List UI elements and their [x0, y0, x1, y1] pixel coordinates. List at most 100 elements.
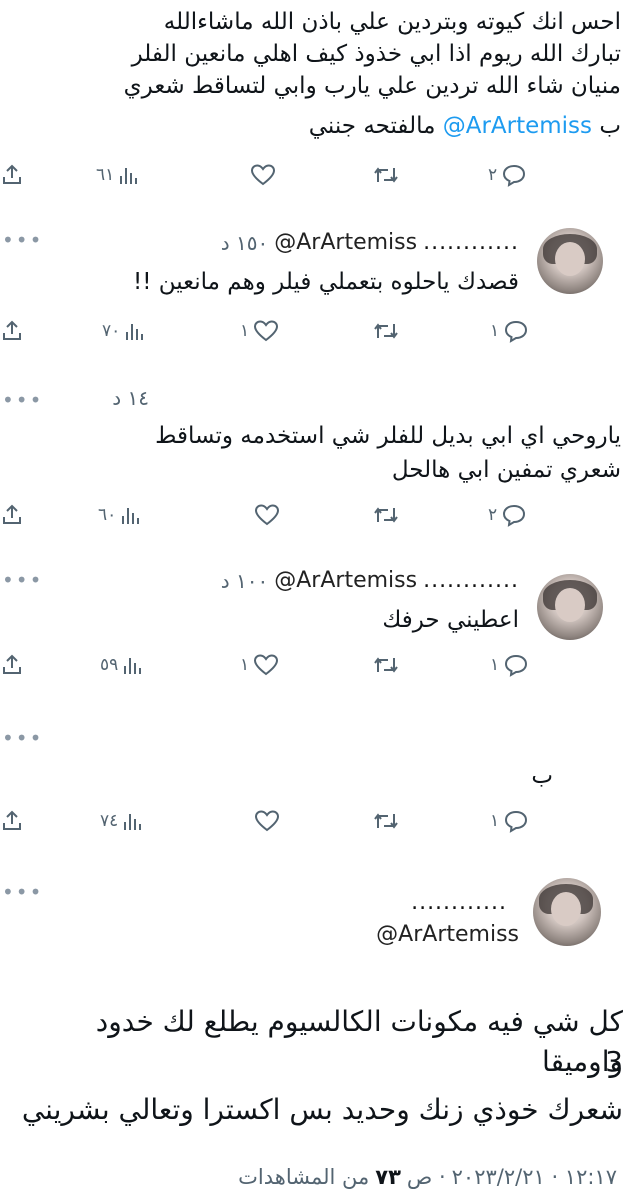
- tweet-2-actions: ٧٠ ١ ١: [0, 314, 639, 348]
- more-options-icon[interactable]: •••: [2, 228, 43, 252]
- avatar[interactable]: [537, 228, 603, 294]
- avatar[interactable]: [537, 574, 603, 640]
- like-button[interactable]: [254, 804, 280, 838]
- retweet-button[interactable]: [372, 314, 400, 348]
- tweet-4-text: اعطيني حرفك: [382, 607, 519, 633]
- timestamp[interactable]: ١٤ د: [89, 386, 149, 410]
- tweet-5-text: ب: [531, 763, 553, 789]
- heart-icon: [253, 319, 279, 343]
- reply-button[interactable]: ٢: [484, 158, 527, 192]
- retweet-button[interactable]: [372, 648, 400, 682]
- share-button[interactable]: [0, 648, 24, 682]
- tweet-1-line-1: احس انك كيوته وبتردين علي باذن الله ماشا…: [163, 9, 621, 35]
- tweet-1-line-4-suffix: ب: [599, 113, 621, 139]
- share-icon: [0, 163, 24, 187]
- views-stat[interactable]: ٥٩: [96, 648, 144, 682]
- retweet-icon: [372, 503, 400, 527]
- views-stat[interactable]: ٦٠: [94, 498, 142, 532]
- reply-icon: [501, 163, 527, 187]
- likes-count: ١: [240, 655, 250, 675]
- views-label: من المشاهدات: [238, 1165, 370, 1189]
- tweet-date[interactable]: ١٢:١٧ · ٢٠٢٣/٢/٢١: [452, 1165, 617, 1189]
- reply-button[interactable]: ١: [486, 314, 529, 348]
- avatar[interactable]: [533, 878, 601, 946]
- share-icon: [0, 319, 24, 343]
- tweet-2-text: قصدك ياحلوه بتعملي فيلر وهم مانعين !!: [132, 269, 519, 295]
- user-handle[interactable]: @ArArtemiss: [376, 922, 519, 947]
- retweet-icon: [372, 319, 400, 343]
- display-name[interactable]: ............: [307, 890, 507, 915]
- more-options-icon[interactable]: •••: [2, 726, 43, 750]
- tweet-4-header: ............ @ArArtemiss ١٠٠ د: [221, 568, 519, 593]
- replies-count: ١: [490, 321, 500, 341]
- tweet-3-line-1: ياروحي اي ابي بديل للفلر شي استخدمه وتسا…: [155, 423, 621, 449]
- views-count: ٧٠: [102, 321, 121, 341]
- heart-icon: [250, 163, 276, 187]
- likes-count: ١: [240, 321, 250, 341]
- reply-icon: [503, 319, 529, 343]
- tweet-1-line-4: مالفتحه جنني @ArArtemiss ب: [21, 110, 621, 142]
- replies-count: ٢: [488, 505, 498, 525]
- replies-count: ٢: [488, 165, 498, 185]
- reply-icon: [503, 653, 529, 677]
- heart-icon: [253, 653, 279, 677]
- tweet-4-actions: ٥٩ ١ ١: [0, 648, 639, 682]
- views-icon: [124, 320, 146, 342]
- reply-icon: [503, 809, 529, 833]
- share-icon: [0, 809, 24, 833]
- views-count: ٦٠: [98, 505, 117, 525]
- display-name[interactable]: ............: [423, 230, 519, 255]
- views-icon: [122, 654, 144, 676]
- retweet-icon: [372, 163, 400, 187]
- views-total: ٧٣: [375, 1165, 401, 1189]
- tweet-1-actions: ٦١ ٢: [0, 158, 639, 192]
- like-button[interactable]: ١: [236, 648, 279, 682]
- timestamp[interactable]: ١٠٠ د: [221, 569, 269, 593]
- like-button[interactable]: ١: [236, 314, 279, 348]
- tweet-3-line-2: شعري تمفين ابي هالحل: [391, 457, 621, 483]
- like-button[interactable]: [250, 158, 276, 192]
- retweet-button[interactable]: [372, 804, 400, 838]
- views-stat[interactable]: ٧٠: [98, 314, 146, 348]
- share-button[interactable]: [0, 804, 24, 838]
- tweet-time-suffix: ص ·: [406, 1165, 446, 1189]
- more-options-icon[interactable]: •••: [2, 388, 43, 412]
- views-stat[interactable]: ٧٤: [96, 804, 144, 838]
- timestamp[interactable]: ١٥٠ د: [221, 231, 269, 255]
- retweet-button[interactable]: [372, 498, 400, 532]
- user-handle[interactable]: @ArArtemiss: [274, 230, 417, 255]
- views-count: ٥٩: [100, 655, 119, 675]
- replies-count: ١: [490, 655, 500, 675]
- reply-icon: [501, 503, 527, 527]
- reply-button[interactable]: ١: [486, 804, 529, 838]
- tweet-1-line-4-text: مالفتحه جنني: [308, 113, 436, 139]
- tweet-1-mention[interactable]: @ArArtemiss: [443, 113, 592, 139]
- share-icon: [0, 653, 24, 677]
- tweet-3-actions: ٦٠ ٢: [0, 498, 639, 532]
- more-options-icon[interactable]: •••: [2, 568, 43, 592]
- views-icon: [122, 810, 144, 832]
- views-count: ٧٤: [100, 811, 119, 831]
- retweet-button[interactable]: [372, 158, 400, 192]
- views-stat[interactable]: ٦١: [92, 158, 140, 192]
- tweet-5-actions: ٧٤ ١: [0, 804, 639, 838]
- views-count: ٦١: [96, 165, 115, 185]
- views-icon: [118, 164, 140, 186]
- final-tweet-line-2: 3: [605, 1045, 623, 1078]
- display-name[interactable]: ............: [423, 568, 519, 593]
- reply-button[interactable]: ٢: [484, 498, 527, 532]
- more-options-icon[interactable]: •••: [2, 880, 43, 904]
- like-button[interactable]: [254, 498, 280, 532]
- share-icon: [0, 503, 24, 527]
- heart-icon: [254, 503, 280, 527]
- tweet-1-line-3: منيان شاء الله تردين علي يارب وابي لتساق…: [123, 73, 621, 99]
- reply-button[interactable]: ١: [486, 648, 529, 682]
- share-button[interactable]: [0, 498, 24, 532]
- share-button[interactable]: [0, 158, 24, 192]
- retweet-icon: [372, 809, 400, 833]
- user-handle[interactable]: @ArArtemiss: [274, 568, 417, 593]
- tweet-1-line-2: تبارك الله ريوم اذا ابي خذوذ كيف اهلي ما…: [131, 41, 621, 67]
- share-button[interactable]: [0, 314, 24, 348]
- views-icon: [120, 504, 142, 526]
- retweet-icon: [372, 653, 400, 677]
